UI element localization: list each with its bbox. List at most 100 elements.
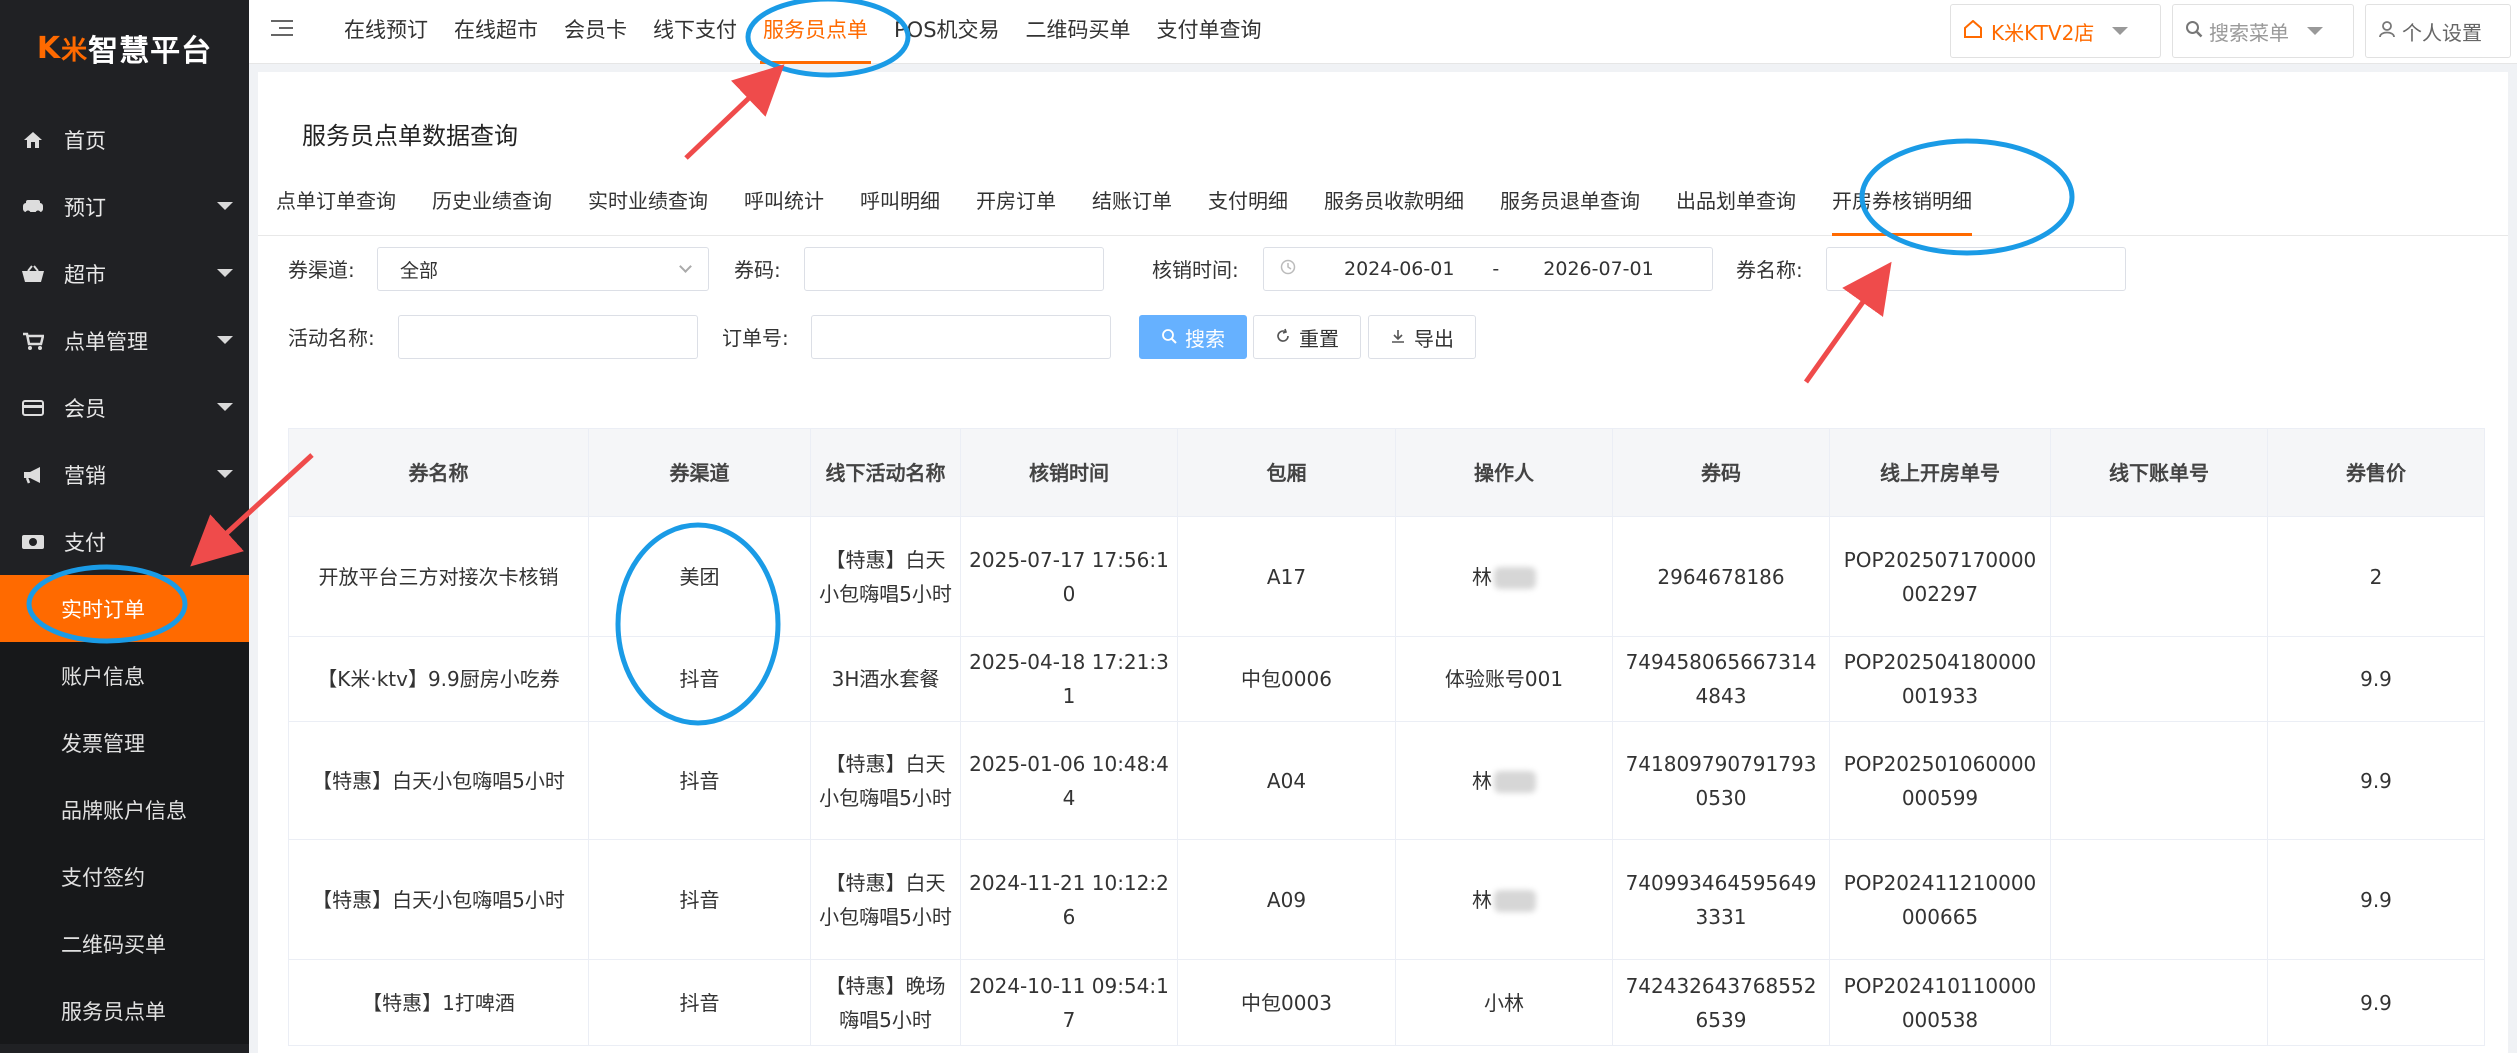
- table-cell: 【特惠】白天小包嗨唱5小时: [810, 516, 961, 637]
- sidebar-item-home[interactable]: 首页: [0, 106, 249, 173]
- tab-call-detail[interactable]: 呼叫明细: [842, 166, 958, 236]
- table-cell: POP202501060000000599: [1829, 721, 2051, 840]
- sidebar-subitem-brand-account[interactable]: 品牌账户信息: [0, 776, 249, 843]
- sidebar-subitem-invoice[interactable]: 发票管理: [0, 709, 249, 776]
- tab-product-delivery[interactable]: 出品划单查询: [1658, 166, 1814, 236]
- coupon-name-input[interactable]: [1826, 247, 2126, 291]
- tab-room-orders[interactable]: 开房订单: [958, 166, 1074, 236]
- sidebar-item-marketing[interactable]: 营销: [0, 441, 249, 508]
- logo-name: 智慧平台: [88, 34, 213, 69]
- settings-button[interactable]: 个人设置: [2365, 4, 2511, 58]
- tab-realtime-performance[interactable]: 实时业绩查询: [570, 166, 726, 236]
- coupon-verify-table: 券名称 券渠道 线下活动名称 核销时间 包厢 操作人 券码 线上开房单号 线下账…: [288, 428, 2485, 1046]
- tab-room-coupon-verify[interactable]: 开房券核销明细: [1814, 166, 1990, 236]
- table-cell: A04: [1177, 721, 1396, 840]
- column-header: 券渠道: [588, 428, 811, 517]
- table-cell: [2050, 721, 2268, 840]
- table-cell: 2024-10-11 09:54:17: [960, 959, 1178, 1046]
- table-cell: 9.9: [2267, 636, 2485, 722]
- redaction-blur: [1494, 890, 1536, 912]
- cart-icon: [20, 331, 46, 351]
- table-cell: [2050, 636, 2268, 722]
- redaction-blur: [1494, 567, 1536, 589]
- table-cell: 小林: [1395, 959, 1613, 1046]
- column-header: 券名称: [288, 428, 589, 517]
- sidebar-subitem-qrcode-pay[interactable]: 二维码买单: [0, 910, 249, 977]
- operator-name: 林: [1472, 768, 1492, 793]
- chevron-down-icon: [2307, 27, 2323, 35]
- table-cell: 中包0006: [1177, 636, 1396, 722]
- column-header: 线下账单号: [2050, 428, 2268, 517]
- table-cell: 中包0003: [1177, 959, 1396, 1046]
- store-selector[interactable]: K米KTV2店: [1950, 4, 2161, 58]
- sidebar-subitem-payment-contract[interactable]: 支付签约: [0, 843, 249, 910]
- channel-select[interactable]: 全部: [377, 247, 709, 291]
- table-cell: 2024-11-21 10:12:26: [960, 839, 1178, 960]
- code-input[interactable]: [804, 247, 1104, 291]
- menu-toggle-icon[interactable]: [271, 20, 293, 38]
- topnav-online-booking[interactable]: 在线预订: [331, 0, 441, 64]
- table-cell: 抖音: [588, 959, 811, 1046]
- logo: K 米智慧平台: [0, 0, 249, 96]
- payment-submenu: 实时订单 账户信息 发票管理 品牌账户信息 支付签约 二维码买单 服务员点单: [0, 575, 249, 1044]
- sidebar-item-label: 营销: [64, 463, 106, 488]
- order-no-input[interactable]: [811, 315, 1111, 359]
- tab-order-query[interactable]: 点单订单查询: [258, 166, 414, 236]
- topnav-online-market[interactable]: 在线超市: [441, 0, 551, 64]
- date-separator: -: [1492, 258, 1500, 280]
- table-cell: 抖音: [588, 636, 811, 722]
- search-menu-select[interactable]: 搜索菜单: [2172, 4, 2354, 58]
- tab-waiter-collection[interactable]: 服务员收款明细: [1306, 166, 1482, 236]
- sidebar-item-booking[interactable]: 预订: [0, 173, 249, 240]
- table-cell: POP202411210000000665: [1829, 839, 2051, 960]
- column-header: 券码: [1612, 428, 1830, 517]
- topnav-qrcode-pay[interactable]: 二维码买单: [1013, 0, 1144, 64]
- sidebar-item-label: 会员: [64, 396, 106, 421]
- search-button[interactable]: 搜索: [1139, 315, 1247, 359]
- channel-value: 全部: [400, 259, 439, 282]
- activity-label: 活动名称:: [288, 326, 375, 350]
- sidebar-item-order-management[interactable]: 点单管理: [0, 307, 249, 374]
- home-icon: [20, 130, 46, 150]
- sidebar-item-member[interactable]: 会员: [0, 374, 249, 441]
- export-button-label: 导出: [1414, 326, 1454, 351]
- date-range-picker[interactable]: 2024-06-01 - 2026-07-01: [1263, 247, 1713, 291]
- column-header: 线下活动名称: [810, 428, 961, 517]
- sidebar-item-market[interactable]: 超市: [0, 240, 249, 307]
- topnav-payment-query[interactable]: 支付单查询: [1144, 0, 1275, 64]
- sidebar-subitem-waiter-order[interactable]: 服务员点单: [0, 977, 249, 1044]
- operator-name: 林: [1472, 887, 1492, 912]
- table-cell: 【K米·ktv】9.9厨房小吃券: [288, 636, 589, 722]
- table-cell: POP202410110000000538: [1829, 959, 2051, 1046]
- car-icon: [20, 197, 46, 217]
- operator-name: 林: [1472, 564, 1492, 589]
- sidebar-item-payment[interactable]: 支付: [0, 508, 249, 575]
- activity-input[interactable]: [398, 315, 698, 359]
- topnav-member-card[interactable]: 会员卡: [551, 0, 640, 64]
- table-cell: POP202507170000002297: [1829, 516, 2051, 637]
- topnav-offline-pay[interactable]: 线下支付: [640, 0, 750, 64]
- tab-call-stats[interactable]: 呼叫统计: [726, 166, 842, 236]
- order-no-label: 订单号:: [722, 326, 789, 350]
- table-cell: 【特惠】白天小包嗨唱5小时: [288, 839, 589, 960]
- logo-mi: 米: [61, 35, 89, 66]
- sidebar-item-label: 支付: [64, 530, 106, 555]
- table-cell: A17: [1177, 516, 1396, 637]
- search-menu-placeholder: 搜索菜单: [2209, 20, 2289, 45]
- code-label: 券码:: [734, 258, 781, 282]
- redaction-blur: [1494, 771, 1536, 793]
- sidebar-subitem-account-info[interactable]: 账户信息: [0, 642, 249, 709]
- tab-history-performance[interactable]: 历史业绩查询: [414, 166, 570, 236]
- topnav-pos-trade[interactable]: POS机交易: [881, 0, 1013, 64]
- sidebar-subitem-realtime-orders[interactable]: 实时订单: [0, 575, 249, 642]
- tab-waiter-refund[interactable]: 服务员退单查询: [1482, 166, 1658, 236]
- tab-checkout-orders[interactable]: 结账订单: [1074, 166, 1190, 236]
- table-cell: 2: [2267, 516, 2485, 637]
- topnav-waiter-order[interactable]: 服务员点单: [750, 0, 881, 64]
- tab-payment-detail[interactable]: 支付明细: [1190, 166, 1306, 236]
- column-header: 操作人: [1395, 428, 1613, 517]
- time-label: 核销时间:: [1152, 258, 1239, 282]
- table-cell: [2050, 839, 2268, 960]
- reset-button[interactable]: 重置: [1253, 315, 1361, 359]
- export-button[interactable]: 导出: [1368, 315, 1476, 359]
